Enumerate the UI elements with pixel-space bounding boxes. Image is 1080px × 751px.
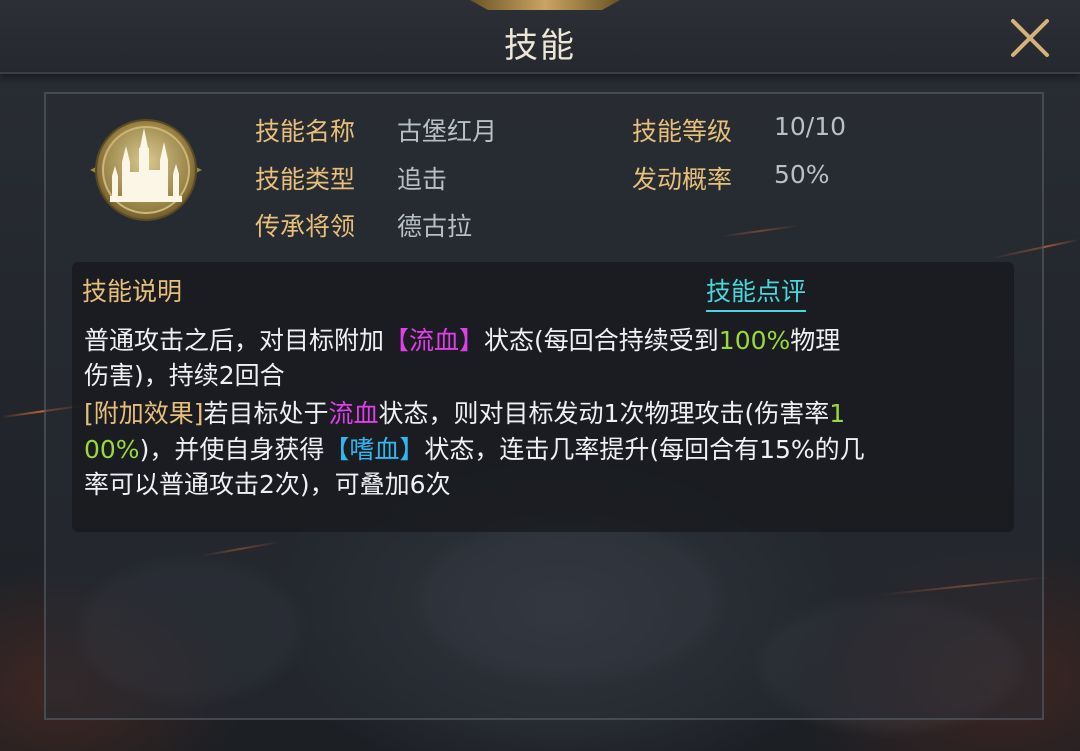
skill-type-value: 追击 bbox=[397, 165, 448, 194]
description-text: 状态(每回合持续受到 bbox=[484, 326, 719, 355]
bleed-status: 【流血】 bbox=[384, 326, 485, 355]
skill-name-label: 技能名称 bbox=[255, 117, 356, 146]
description-text: 普通攻击之后，对目标附加 bbox=[84, 326, 385, 355]
percent-value: 00% bbox=[84, 435, 140, 464]
percent-value: 1 bbox=[829, 399, 846, 428]
description-line: [附加效果]若目标处于流血状态，则对目标发动1次物理攻击(伤害率1 bbox=[84, 394, 845, 430]
description-heading: 技能说明 bbox=[82, 277, 183, 306]
description-text: 若目标处于 bbox=[203, 399, 329, 428]
skill-level-value: 10/10 bbox=[774, 112, 847, 141]
trigger-chance-label: 发动概率 bbox=[632, 165, 733, 194]
description-line: 伤害)，持续2回合 bbox=[84, 361, 285, 390]
skill-level-label: 技能等级 bbox=[632, 117, 733, 146]
trigger-chance-value: 50% bbox=[774, 160, 830, 189]
description-text: 状态，连击几率提升(每回合有15%的几 bbox=[424, 435, 865, 464]
bloodlust-status: 【嗜血】 bbox=[324, 435, 425, 464]
close-icon bbox=[1011, 19, 1049, 57]
description-line: 率可以普通攻击2次)，可叠加6次 bbox=[84, 470, 451, 499]
description-line: 普通攻击之后，对目标附加【流血】状态(每回合持续受到100%物理 bbox=[84, 321, 840, 357]
description-text: 状态，则对目标发动1次物理攻击(伤害率 bbox=[378, 399, 830, 428]
title-ornament bbox=[470, 0, 620, 10]
description-text: )，并使自身获得 bbox=[139, 435, 325, 464]
skill-review-link[interactable]: 技能点评 bbox=[706, 272, 807, 312]
inherit-general-label: 传承将领 bbox=[255, 212, 356, 241]
bonus-effect-tag: [附加效果] bbox=[84, 399, 204, 428]
skill-dialog: 技能 技能名称 古堡红月 技能等级 10/10 技能类型 追击 发动概率 50%… bbox=[0, 0, 1080, 751]
skill-type-label: 技能类型 bbox=[255, 165, 356, 194]
description-text: 物理 bbox=[790, 326, 841, 355]
inherit-general-value: 德古拉 bbox=[397, 212, 473, 241]
percent-value: 100% bbox=[718, 326, 791, 355]
dialog-title: 技能 bbox=[504, 26, 576, 66]
title-bar: 技能 bbox=[0, 0, 1080, 74]
skill-name-value: 古堡红月 bbox=[397, 117, 498, 146]
close-button[interactable] bbox=[1008, 16, 1052, 60]
castle-moon-icon bbox=[88, 112, 204, 228]
description-line: 00%)，并使自身获得【嗜血】状态，连击几率提升(每回合有15%的几 bbox=[84, 430, 865, 466]
bleed-status: 流血 bbox=[328, 399, 379, 428]
